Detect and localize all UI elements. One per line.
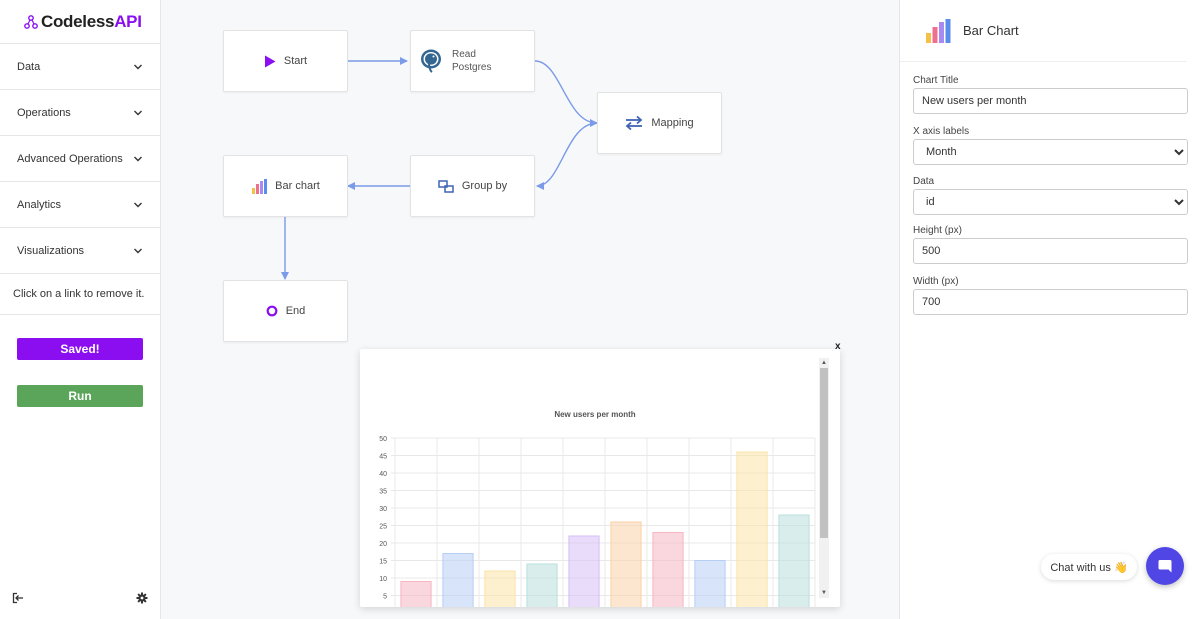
sidebar-item-label: Advanced Operations [17,152,123,165]
y-tick-label: 40 [379,471,387,478]
node-end[interactable]: End [223,280,348,342]
group-icon [438,179,454,193]
x-axis-field: X axis labels Month [913,126,1188,165]
width-field: Width (px) [913,276,1188,315]
chevron-down-icon [134,156,142,161]
bar-chart-icon [251,178,268,194]
node-read-postgres[interactable]: Read Postgres [410,30,535,92]
height-label: Height (px) [913,225,962,236]
y-tick-label: 5 [383,594,387,601]
scroll-down-arrow[interactable]: ▼ [820,589,828,597]
height-input[interactable] [913,238,1188,264]
node-label: Group by [461,180,508,192]
bar-chart-icon [926,18,951,43]
postgres-icon [419,48,443,74]
y-tick-label: 45 [379,454,387,461]
height-field: Height (px) [913,225,1188,264]
panel-header: Bar Chart [900,0,1187,62]
properties-panel: Bar Chart Chart Title X axis labels Mont… [899,0,1200,619]
chart-bar [484,570,516,607]
chart-bar [736,451,768,607]
sidebar: CodelessAPI Data Operations Advanced Ope… [0,0,161,619]
chart-title-field: Chart Title [913,75,1188,114]
saved-button[interactable]: Saved! [17,338,143,360]
y-tick-label: 50 [379,436,387,443]
node-group-by[interactable]: Group by [410,155,535,217]
width-label: Width (px) [913,276,959,287]
chart-bar [694,560,726,607]
chevron-down-icon [134,110,142,115]
sidebar-item-label: Data [17,60,41,73]
run-button[interactable]: Run [17,385,143,407]
chart-bar [652,532,684,607]
sidebar-item-operations[interactable]: Operations [0,90,160,136]
logo[interactable]: CodelessAPI [0,0,160,44]
edge-mapping-groupby[interactable] [536,122,598,190]
node-mapping[interactable]: Mapping [597,92,722,154]
node-label-line2: Postgres [452,62,492,73]
y-tick-label: 10 [379,576,387,583]
logo-icon [24,14,38,29]
sidebar-item-visualizations[interactable]: Visualizations [0,228,160,274]
close-popup-button[interactable]: x [835,341,841,352]
circle-icon [266,305,278,317]
chart-preview-popup: New users per month 5 10 15 20 25 30 35 40 45 50 [360,349,840,607]
logo-text: CodelessAPI [41,11,142,31]
chart-bar [610,521,642,607]
chevron-down-icon [134,64,142,69]
play-icon [264,55,276,68]
chat-icon [1158,560,1172,573]
chart-title-input[interactable] [913,88,1188,114]
gear-icon[interactable] [136,592,148,604]
y-tick-label: 25 [379,524,387,531]
chat-launcher-button[interactable] [1146,547,1184,585]
popup-scrollbar[interactable]: ▲ ▼ [819,358,829,598]
sidebar-item-analytics[interactable]: Analytics [0,182,160,228]
y-axis-ticks: 5 10 15 20 25 30 35 40 45 50 [379,436,387,601]
sidebar-item-advanced-operations[interactable]: Advanced Operations [0,136,160,182]
node-label-line1: Read [452,49,476,60]
chart-bar [568,535,600,607]
logout-icon[interactable] [12,592,24,604]
scroll-up-arrow[interactable]: ▲ [820,359,828,367]
chart-bar [400,581,432,607]
sidebar-item-label: Visualizations [17,244,85,257]
node-label: End [285,305,306,317]
y-tick-label: 15 [379,559,387,566]
chart-title-label: Chart Title [913,75,959,86]
y-tick-label: 35 [379,489,387,496]
chart-bar [526,563,558,607]
node-label: Start [283,55,308,67]
y-tick-label: 30 [379,506,387,513]
y-tick-label: 20 [379,541,387,548]
chart-title: New users per month [554,410,635,419]
chevron-down-icon [134,202,142,207]
sidebar-item-data[interactable]: Data [0,44,160,90]
node-label: Read Postgres [452,48,491,74]
data-label: Data [913,176,935,187]
x-axis-select[interactable]: Month [913,139,1188,165]
chevron-down-icon [134,248,142,253]
remove-link-hint: Click on a link to remove it. [0,274,160,315]
panel-title: Bar Chart [963,23,1019,38]
chart-bar [778,514,810,607]
sidebar-item-label: Analytics [17,198,62,211]
edge-read-mapping[interactable] [534,60,598,127]
width-input[interactable] [913,289,1188,315]
chat-with-us-bubble[interactable]: Chat with us 👋 [1041,554,1137,580]
node-label: Bar chart [275,180,320,192]
data-field: Data id [913,176,1188,215]
x-axis-label: X axis labels [913,126,970,137]
node-label: Mapping [651,117,694,129]
chart-bar [442,553,474,607]
node-bar-chart[interactable]: Bar chart [223,155,348,217]
bar-chart: New users per month 5 10 15 20 25 30 35 40 45 50 [379,410,816,607]
swap-arrows-icon [625,116,643,130]
sidebar-item-label: Operations [17,106,71,119]
data-select[interactable]: id [913,189,1188,215]
node-start[interactable]: Start [223,30,348,92]
scroll-thumb[interactable] [820,368,828,538]
